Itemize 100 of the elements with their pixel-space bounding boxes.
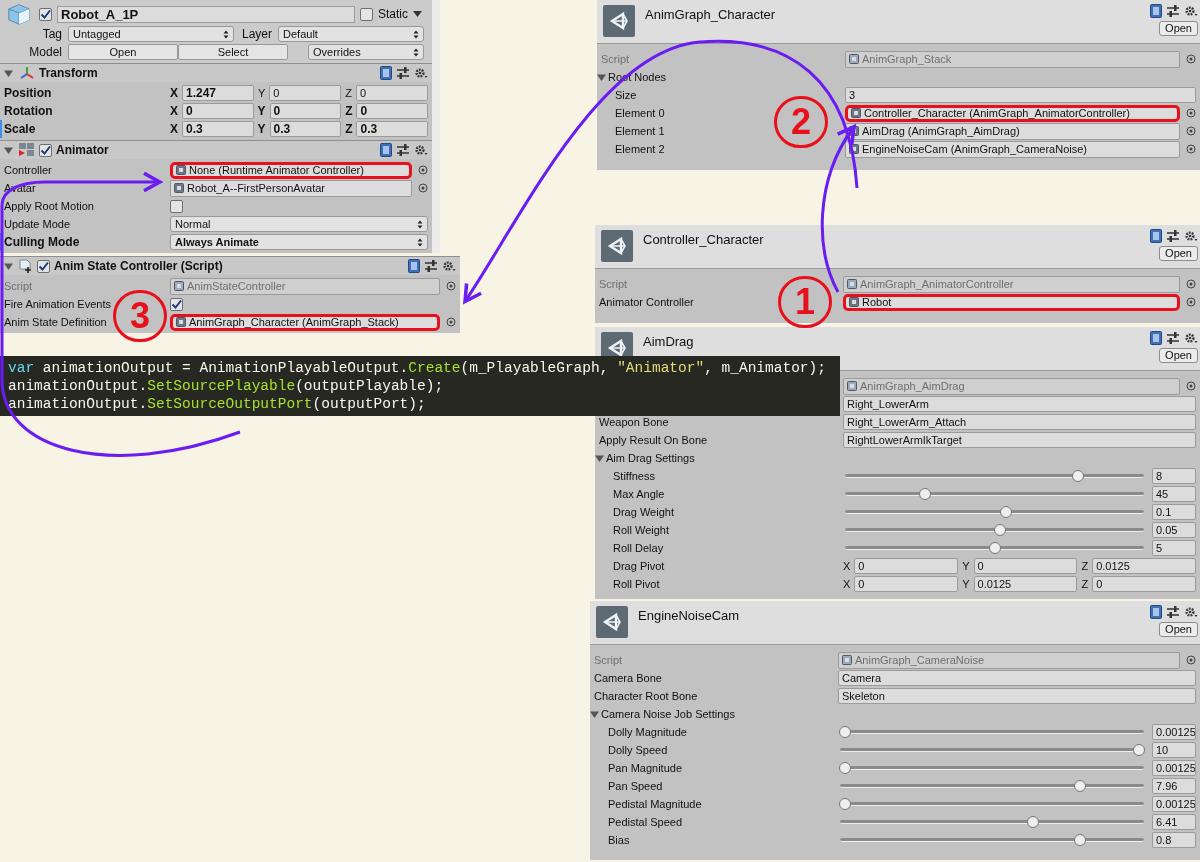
object-field[interactable]: Controller_Character (AnimGraph_AnimatorController) <box>845 104 1180 122</box>
slider-thumb[interactable] <box>994 524 1007 536</box>
object-field[interactable]: Robot_A--FirstPersonAvatar <box>170 179 412 197</box>
text-field[interactable]: 0.05 <box>1152 522 1196 538</box>
dropdown[interactable]: Default <box>278 26 424 42</box>
slider-track[interactable] <box>838 779 1146 793</box>
caret-icon[interactable] <box>413 11 422 17</box>
foldout-icon[interactable] <box>597 72 606 82</box>
text-field[interactable]: 0 <box>854 558 959 574</box>
object-picker-icon[interactable] <box>1186 54 1196 64</box>
dropdown[interactable]: Overrides <box>308 44 424 60</box>
open-button[interactable]: Open <box>1159 622 1198 637</box>
model-button[interactable]: Open <box>68 44 178 60</box>
text-field[interactable]: Right_LowerArm_Attach <box>843 414 1196 430</box>
slider-thumb[interactable] <box>1000 506 1013 518</box>
object-picker-icon[interactable] <box>446 317 456 327</box>
object-field[interactable]: None (Runtime Animator Controller) <box>170 161 412 179</box>
object-field[interactable]: AnimGraph_Character (AnimGraph_Stack) <box>170 313 440 331</box>
help-icon[interactable] <box>1150 4 1162 18</box>
object-picker-icon[interactable] <box>1186 655 1196 665</box>
slider-track[interactable] <box>838 815 1146 829</box>
slider-thumb[interactable] <box>839 798 851 810</box>
dropdown[interactable]: Normal <box>170 216 428 232</box>
text-field[interactable]: 0.00125 <box>1152 724 1196 740</box>
text-field[interactable]: 6.41 <box>1152 814 1196 830</box>
component-title[interactable]: Transform <box>39 64 98 82</box>
text-field[interactable]: 7.96 <box>1152 778 1196 794</box>
text-field[interactable]: 0 <box>182 103 254 119</box>
settings-icon[interactable] <box>414 144 428 156</box>
text-field[interactable]: 0 <box>356 85 428 101</box>
text-field[interactable]: 0 <box>1092 576 1196 592</box>
open-button[interactable]: Open <box>1159 348 1198 363</box>
text-field[interactable]: 0.0125 <box>973 576 1078 592</box>
checkbox[interactable] <box>170 199 183 213</box>
settings-icon[interactable] <box>414 67 428 79</box>
object-field[interactable]: EngineNoiseCam (AnimGraph_CameraNoise) <box>845 140 1180 158</box>
text-field[interactable]: Skeleton <box>838 688 1196 704</box>
settings-icon[interactable] <box>1184 332 1198 344</box>
help-icon[interactable] <box>408 259 420 273</box>
settings-icon[interactable] <box>1184 5 1198 17</box>
slider-track[interactable] <box>843 505 1146 519</box>
text-field[interactable]: 0.8 <box>1152 832 1196 848</box>
slider-thumb[interactable] <box>1074 834 1087 846</box>
text-field[interactable]: 0.00125 <box>1152 796 1196 812</box>
help-icon[interactable] <box>1150 605 1162 619</box>
checkbox[interactable] <box>170 297 183 311</box>
object-picker-icon[interactable] <box>446 281 456 291</box>
text-field[interactable]: 10 <box>1152 742 1196 758</box>
checkbox[interactable] <box>37 259 50 273</box>
slider-track[interactable] <box>843 523 1146 537</box>
help-icon[interactable] <box>1150 331 1162 345</box>
sliders-icon[interactable] <box>1167 332 1179 344</box>
sliders-icon[interactable] <box>425 260 437 272</box>
slider-track[interactable] <box>838 761 1146 775</box>
slider-thumb[interactable] <box>988 542 1001 554</box>
foldout-icon[interactable] <box>4 145 13 155</box>
sliders-icon[interactable] <box>1167 5 1179 17</box>
sliders-icon[interactable] <box>1167 606 1179 618</box>
checkbox[interactable] <box>39 143 52 157</box>
open-button[interactable]: Open <box>1159 246 1198 261</box>
text-field[interactable]: 1.247 <box>182 85 254 101</box>
model-button[interactable]: Select <box>178 44 288 60</box>
dropdown[interactable]: Untagged <box>68 26 234 42</box>
text-field[interactable]: 0.1 <box>1152 504 1196 520</box>
text-field[interactable]: Right_LowerArm <box>843 396 1196 412</box>
text-field[interactable]: 8 <box>1152 468 1196 484</box>
checkbox[interactable] <box>39 7 52 21</box>
text-field[interactable]: 0.00125 <box>1152 760 1196 776</box>
text-field[interactable]: 0.3 <box>182 121 254 137</box>
text-field[interactable]: 5 <box>1152 540 1196 556</box>
component-title[interactable]: Animator <box>56 141 109 159</box>
slider-thumb[interactable] <box>1074 780 1087 792</box>
sliders-icon[interactable] <box>1167 230 1179 242</box>
slider-thumb[interactable] <box>1027 816 1040 828</box>
slider-track[interactable] <box>838 833 1146 847</box>
sliders-icon[interactable] <box>397 144 409 156</box>
text-field[interactable]: Camera <box>838 670 1196 686</box>
text-field[interactable]: 3 <box>845 87 1196 103</box>
checkbox[interactable] <box>360 7 373 21</box>
slider-thumb[interactable] <box>1133 744 1145 756</box>
slider-track[interactable] <box>838 743 1146 757</box>
slider-thumb[interactable] <box>1072 470 1085 482</box>
settings-icon[interactable] <box>442 260 456 272</box>
foldout-icon[interactable] <box>595 453 604 463</box>
slider-thumb[interactable] <box>919 488 932 500</box>
open-button[interactable]: Open <box>1159 21 1198 36</box>
text-field[interactable]: 0.3 <box>269 121 342 137</box>
slider-track[interactable] <box>843 487 1146 501</box>
slider-thumb[interactable] <box>839 726 851 738</box>
object-picker-icon[interactable] <box>1186 381 1196 391</box>
slider-thumb[interactable] <box>839 762 851 774</box>
sliders-icon[interactable] <box>397 67 409 79</box>
text-field[interactable]: 0 <box>854 576 959 592</box>
settings-icon[interactable] <box>1184 230 1198 242</box>
text-field[interactable]: 0.3 <box>356 121 428 137</box>
text-field[interactable]: 45 <box>1152 486 1196 502</box>
foldout-icon[interactable] <box>4 261 13 271</box>
text-field[interactable]: 0 <box>269 85 342 101</box>
settings-icon[interactable] <box>1184 606 1198 618</box>
help-icon[interactable] <box>1150 229 1162 243</box>
